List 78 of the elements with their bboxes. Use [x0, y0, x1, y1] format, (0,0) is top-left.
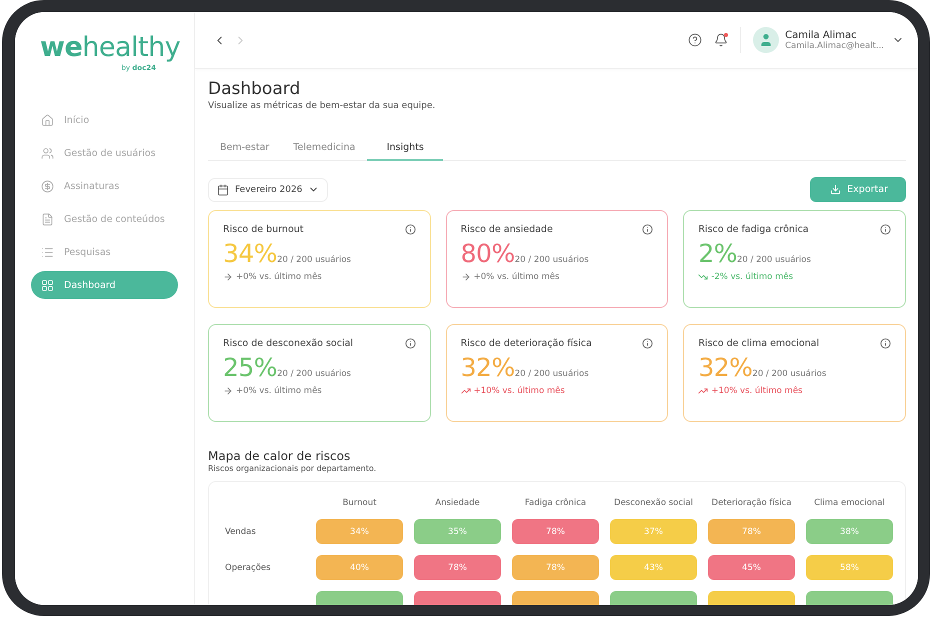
user-count: 20 / 200 usuários: [277, 369, 351, 379]
sidebar-item[interactable]: Dashboard: [31, 271, 178, 300]
heatmap-cell: 78%: [512, 519, 599, 544]
trend-text: +0% vs. último mês: [474, 272, 560, 282]
trend-text: +0% vs. último mês: [236, 272, 322, 282]
info-icon[interactable]: [404, 224, 416, 235]
heatmap-cell: 35%: [414, 519, 501, 544]
info-icon[interactable]: [642, 224, 654, 235]
period-dropdown[interactable]: Fevereiro 2026: [208, 178, 328, 202]
column-header: Ansiedade: [434, 498, 481, 508]
tab[interactable]: Bem-estar: [208, 137, 282, 161]
sidebar-item[interactable]: Início: [31, 106, 178, 134]
users-icon: [41, 146, 54, 160]
column-header: Burnout: [342, 498, 378, 508]
column-header: Deterioração física: [710, 498, 792, 508]
heatmap-cell: 37%: [610, 519, 697, 544]
row-label: Operações: [224, 562, 272, 572]
user-count: 20 / 200 usuários: [514, 255, 589, 265]
heatmap-cell: 78%: [512, 555, 599, 580]
column-header: Fadiga crônica: [524, 498, 588, 508]
card-title: Risco de desconexão social: [223, 338, 354, 349]
sidebar-item[interactable]: Gestão de usuários: [31, 139, 178, 168]
card-title: Risco de clima emocional: [698, 338, 820, 349]
info-icon[interactable]: [880, 338, 891, 349]
user-count: 20 / 200 usuários: [277, 255, 351, 265]
section-title: Mapa de calor de riscos: [208, 449, 352, 463]
tab[interactable]: Insights: [367, 137, 444, 161]
user-name: Camila Alimac: [785, 30, 858, 40]
column-header: Desconexão social: [613, 498, 694, 508]
trend-text: +10% vs. último mês: [474, 386, 565, 396]
user-count: 20 / 200 usuários: [514, 369, 589, 379]
download-icon: [830, 184, 842, 195]
heatmap-cell: 38%: [806, 519, 893, 544]
calendar-icon: [217, 184, 229, 196]
risk-percentage: 80%: [460, 239, 515, 268]
avatar-icon[interactable]: [753, 27, 780, 53]
user-email: Camila.Alimac@healt...: [785, 40, 884, 50]
trend-text: +0% vs. último mês: [236, 386, 322, 396]
heatmap-cell: 45%: [708, 555, 795, 580]
sidebar-item[interactable]: Assinaturas: [31, 172, 178, 200]
export-button[interactable]: Exportar: [810, 177, 906, 202]
trend-text: -2% vs. último mês: [711, 272, 794, 282]
page-title: Dashboard: [208, 79, 302, 99]
heatmap-cell: 40%: [316, 555, 403, 580]
info-icon[interactable]: [404, 338, 416, 349]
logo-wordmark: wehealthy: [39, 31, 180, 64]
heatmap-cell: 43%: [610, 555, 697, 580]
tab[interactable]: Telemedicina: [281, 137, 368, 161]
help-icon[interactable]: [688, 33, 702, 47]
card-title: Risco de ansiedade: [460, 224, 553, 235]
info-icon[interactable]: [880, 224, 891, 235]
info-icon[interactable]: [642, 338, 654, 349]
heatmap-cell: 78%: [414, 555, 501, 580]
card-title: Risco de deterioração física: [460, 338, 592, 349]
card-title: Risco de fadiga crônica: [698, 224, 809, 235]
risk-percentage: 34%: [223, 239, 278, 268]
risk-percentage: 25%: [223, 353, 278, 382]
risk-percentage: 32%: [460, 353, 515, 382]
risk-percentage: 32%: [698, 353, 752, 382]
risk-percentage: 2%: [698, 239, 737, 268]
grid-icon: [41, 278, 54, 292]
card-title: Risco de burnout: [223, 224, 304, 235]
heatmap-cell: 58%: [806, 555, 893, 580]
sidebar-item[interactable]: Gestão de conteúdos: [31, 205, 178, 234]
document-icon: [41, 212, 54, 226]
dollar-coin-icon: [41, 180, 54, 193]
heatmap-cell: 34%: [316, 519, 403, 544]
section-subtitle: Riscos organizacionais por departamento.: [208, 464, 378, 473]
page-subtitle: Visualize as métricas de bem-estar da sua equipe.: [208, 101, 436, 111]
sidebar-item[interactable]: Pesquisas: [31, 238, 178, 266]
row-label: Vendas: [224, 526, 257, 536]
house-icon: [41, 114, 54, 127]
trend-text: +10% vs. último mês: [711, 386, 802, 396]
heatmap-cell: 78%: [708, 519, 795, 544]
user-count: 20 / 200 usuários: [737, 255, 811, 265]
user-count: 20 / 200 usuários: [752, 369, 826, 379]
bell-icon[interactable]: [714, 33, 728, 47]
column-header: Clima emocional: [813, 498, 886, 508]
